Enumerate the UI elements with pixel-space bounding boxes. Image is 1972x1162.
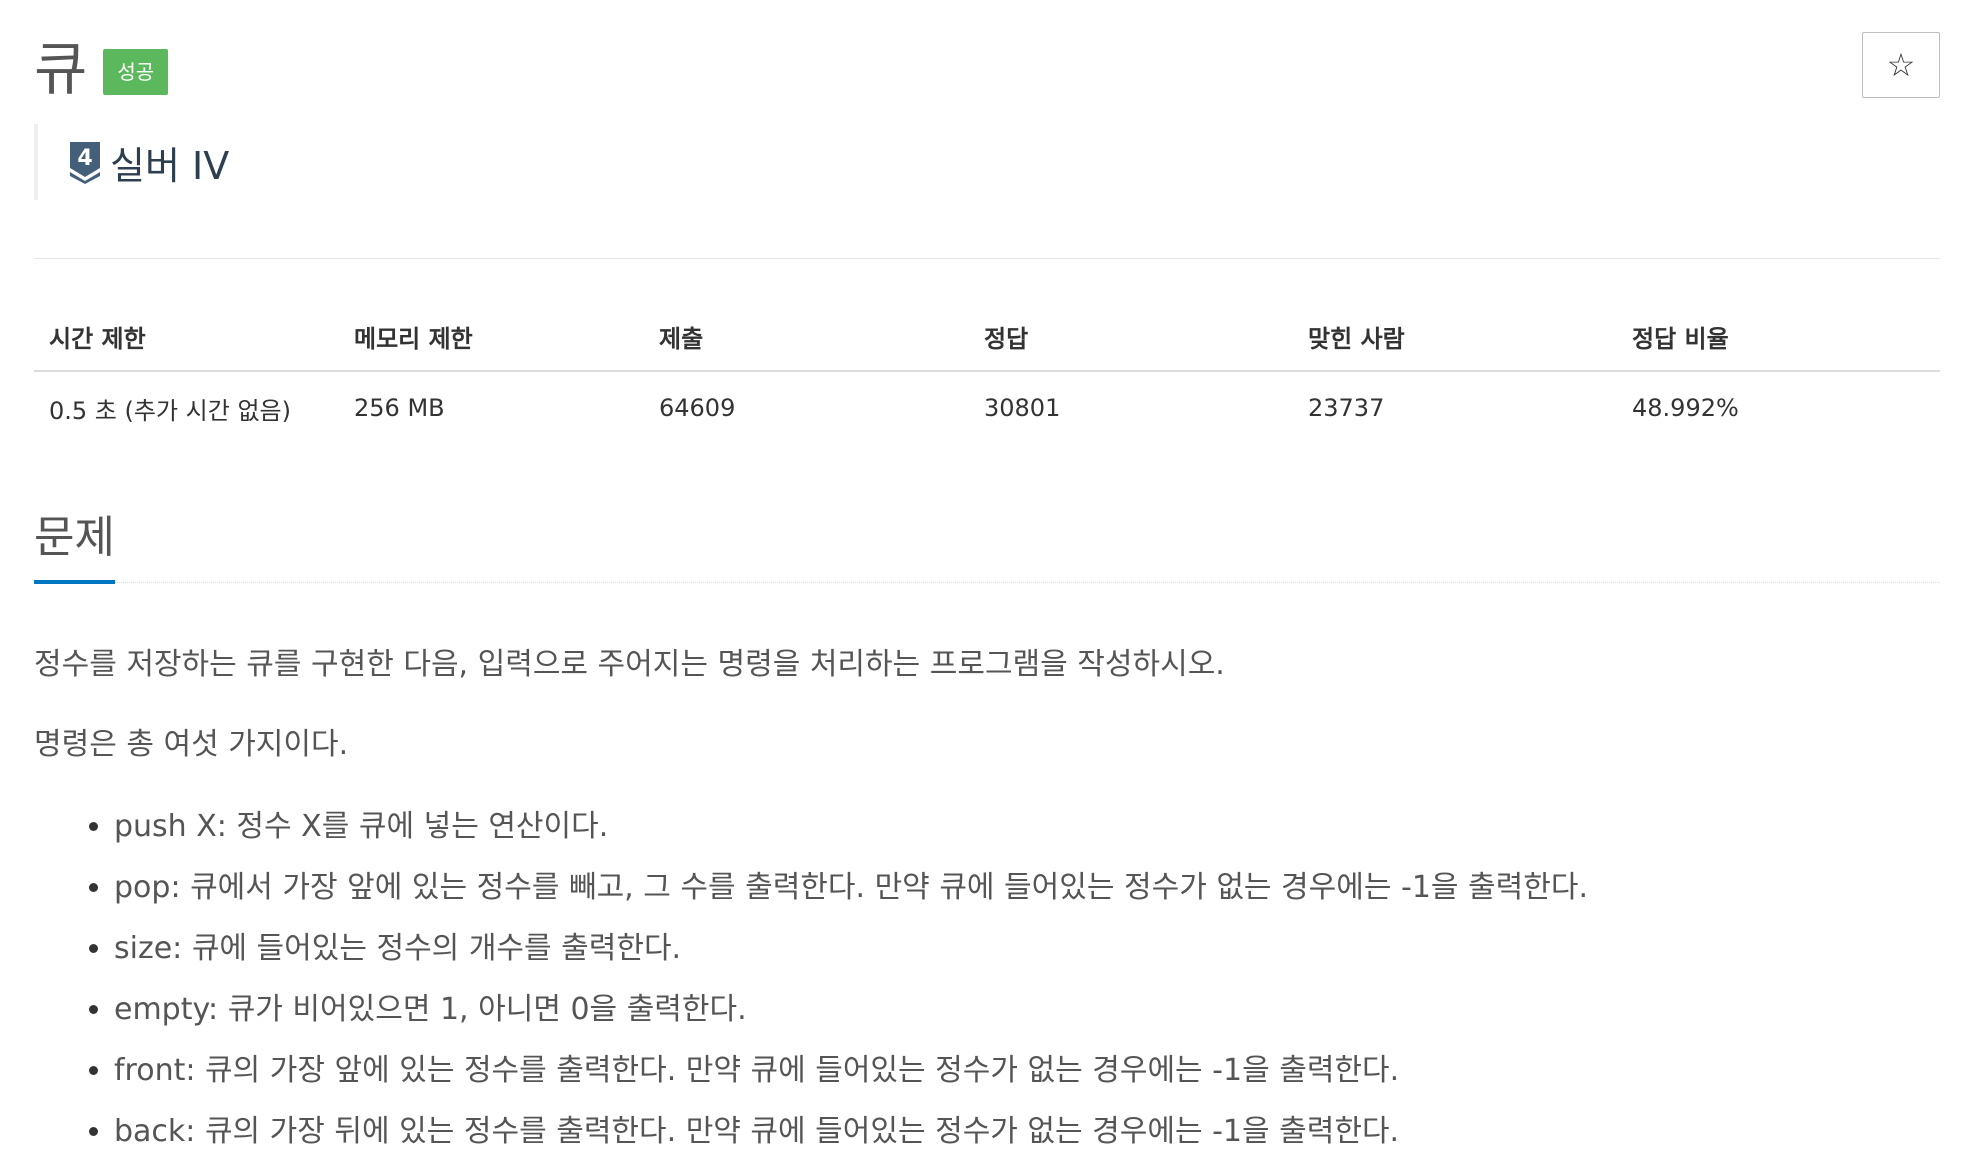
section-heading-text: 문제 [34, 510, 115, 584]
value-accepted: 30801 [984, 394, 1061, 422]
header-accept-ratio: 정답 비율 [1617, 302, 1940, 372]
problem-section-heading: 문제 [34, 500, 1940, 584]
command-list: push X: 정수 X를 큐에 넣는 연산이다. pop: 큐에서 가장 앞에… [34, 796, 1940, 1162]
value-memory-limit: 256 MB [354, 394, 445, 422]
command-item-empty: empty: 큐가 비어있으면 1, 아니면 0을 출력한다. [114, 979, 1940, 1040]
command-item-pop: pop: 큐에서 가장 앞에 있는 정수를 빼고, 그 수를 출력한다. 만약 … [114, 857, 1940, 918]
value-submissions: 64609 [659, 394, 736, 422]
value-time-limit: 0.5 초 (추가 시간 없음) [49, 396, 291, 425]
header-memory-limit: 메모리 제한 [339, 302, 644, 372]
tier-level: 4 [77, 146, 92, 171]
tier-label[interactable]: 실버 IV [110, 135, 229, 190]
tier-box: 4 실버 IV [34, 124, 229, 200]
problem-description: 정수를 저장하는 큐를 구현한 다음, 입력으로 주어지는 명령을 처리하는 프… [34, 636, 1940, 1162]
value-accept-ratio: 48.992% [1632, 394, 1739, 422]
star-button[interactable]: ☆ [1862, 32, 1940, 98]
info-value-row: 0.5 초 (추가 시간 없음) 256 MB 64609 30801 2373… [34, 371, 1940, 444]
problem-intro: 정수를 저장하는 큐를 구현한 다음, 입력으로 주어지는 명령을 처리하는 프… [34, 647, 1225, 682]
header-solved-users: 맞힌 사람 [1293, 302, 1617, 372]
command-item-push: push X: 정수 X를 큐에 넣는 연산이다. [114, 796, 1940, 857]
value-solved-users: 23737 [1308, 394, 1385, 422]
header-divider [34, 258, 1940, 259]
silver-tier-shield-icon: 4 [70, 142, 100, 184]
command-item-size: size: 큐에 들어있는 정수의 개수를 출력한다. [114, 918, 1940, 979]
header-time-limit: 시간 제한 [34, 302, 339, 372]
status-badge: 성공 [103, 49, 169, 95]
star-outline-icon: ☆ [1886, 46, 1916, 84]
title-row: 큐 성공 [34, 34, 169, 104]
header-accepted: 정답 [969, 302, 1293, 372]
command-item-back: back: 큐의 가장 뒤에 있는 정수를 출력한다. 만약 큐에 들어있는 정… [114, 1101, 1940, 1162]
problem-title: 큐 [34, 35, 88, 103]
header-submissions: 제출 [644, 302, 969, 372]
problem-intro-2: 명령은 총 여섯 가지이다. [34, 727, 349, 762]
info-header-row: 시간 제한 메모리 제한 제출 정답 맞힌 사람 정답 비율 [34, 302, 1940, 372]
problem-info-table: 시간 제한 메모리 제한 제출 정답 맞힌 사람 정답 비율 0.5 초 (추가… [34, 302, 1940, 444]
command-item-front: front: 큐의 가장 앞에 있는 정수를 출력한다. 만약 큐에 들어있는 … [114, 1040, 1940, 1101]
